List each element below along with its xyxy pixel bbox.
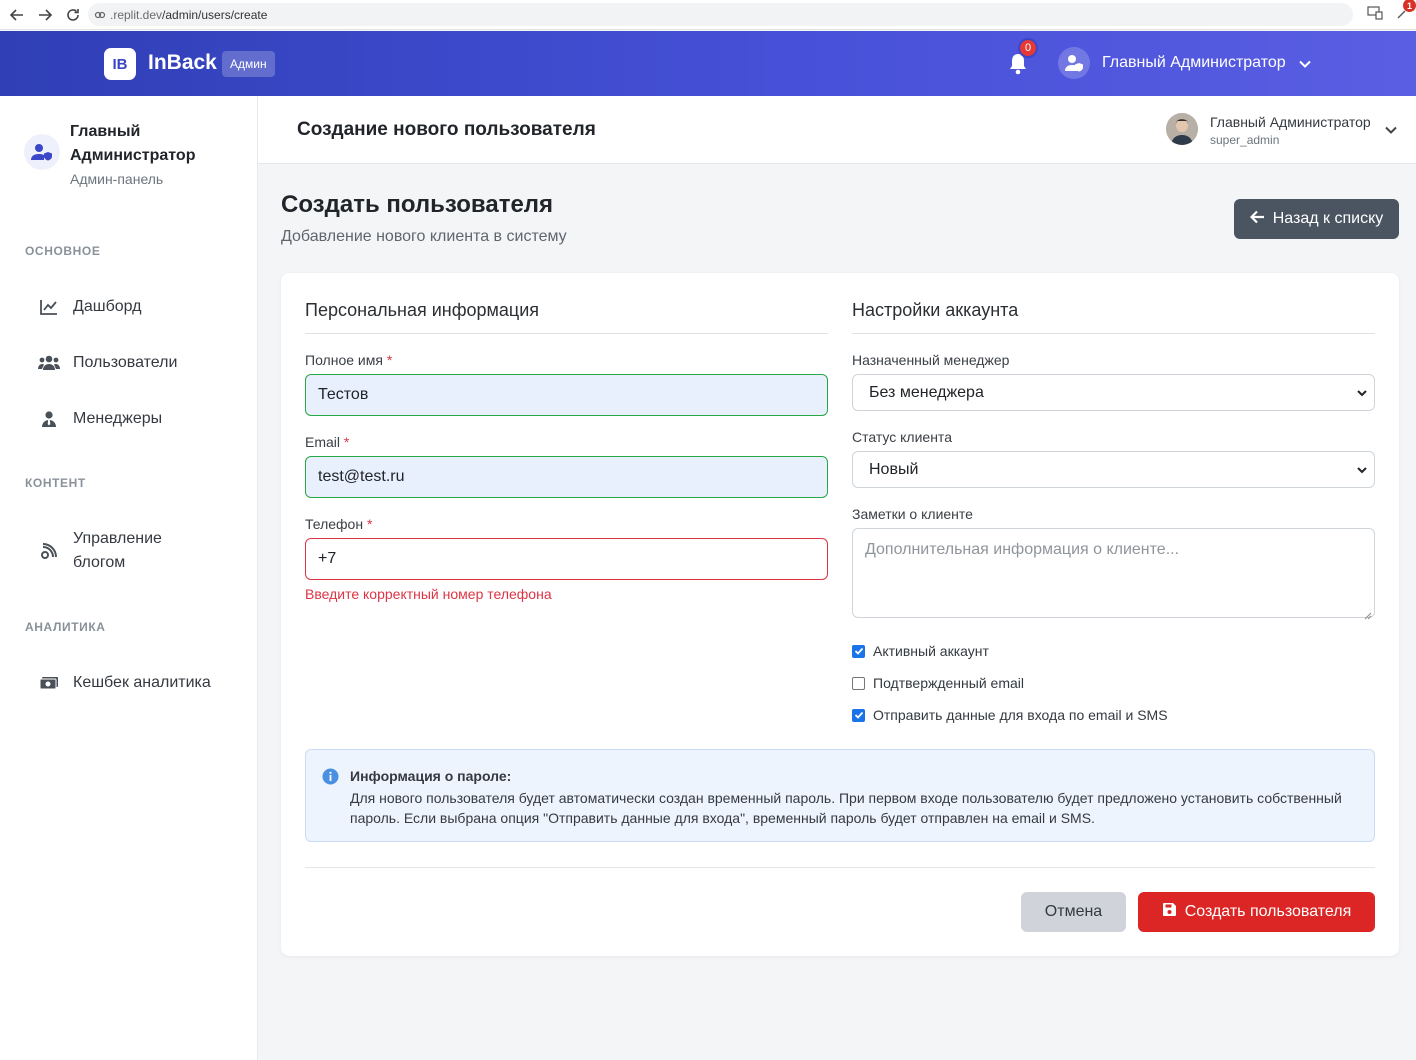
manager-label: Назначенный менеджер <box>852 352 1010 368</box>
user-shield-icon[interactable] <box>1058 47 1090 79</box>
blog-icon <box>38 539 60 563</box>
cast-icon[interactable] <box>1366 4 1384 22</box>
reload-icon[interactable] <box>62 4 84 26</box>
account-settings-title: Настройки аккаунта <box>852 300 1019 320</box>
sidebar-user-role: Админ-панель <box>70 171 164 187</box>
sidebar-item-blog[interactable]: Управление блогом <box>38 527 238 575</box>
notes-label: Заметки о клиенте <box>852 506 973 522</box>
phone-error-message: Введите корректный номер телефона <box>305 586 552 602</box>
back-arrow-icon[interactable] <box>6 4 28 26</box>
back-to-list-button[interactable]: Назад к списку <box>1234 199 1399 239</box>
header-user-login: super_admin <box>1210 133 1280 147</box>
brand-name[interactable]: InBack <box>148 51 217 75</box>
sidebar-section-content: КОНТЕНТ <box>25 476 86 490</box>
info-circle-icon <box>322 768 339 785</box>
checkbox-label: Подтвержденный email <box>873 675 1024 691</box>
sidebar-section-analytics: АНАЛИТИКА <box>25 620 106 634</box>
cancel-button[interactable]: Отмена <box>1021 892 1126 932</box>
personal-info-title: Персональная информация <box>305 300 540 320</box>
email-field[interactable]: test@test.ru <box>305 456 828 498</box>
create-button-label: Создать пользователя <box>1184 903 1352 920</box>
full-name-label: Полное имя * <box>305 352 393 368</box>
manager-select[interactable]: Без менеджера <box>852 374 1375 411</box>
sidebar-item-cashback[interactable]: Кешбек аналитика <box>38 671 238 695</box>
site-info-icon[interactable] <box>94 9 106 21</box>
checkbox-label: Отправить данные для входа по email и SM… <box>873 707 1168 723</box>
active-account-checkbox[interactable] <box>852 644 865 658</box>
admin-avatar-icon <box>24 134 60 170</box>
full-name-field[interactable]: Тестов <box>305 374 828 416</box>
sidebar: Главный Администратор Админ-панель ОСНОВ… <box>0 96 258 1060</box>
header-user-name[interactable]: Главный Администратор <box>1102 54 1286 72</box>
password-info-alert: Информация о пароле: Для нового пользова… <box>305 749 1375 842</box>
content-title: Создать пользователя <box>281 191 554 218</box>
logo[interactable]: IB <box>104 48 136 80</box>
manager-select-value: Без менеджера <box>869 383 984 401</box>
back-button-label: Назад к списку <box>1272 210 1384 227</box>
chart-line-icon <box>38 295 60 319</box>
user-tie-icon <box>38 407 60 431</box>
page-title: Создание нового пользователя <box>297 119 596 140</box>
sidebar-section-main: ОСНОВНОЕ <box>25 244 101 258</box>
active-account-checkbox-row[interactable]: Активный аккаунт <box>852 643 989 659</box>
notes-textarea[interactable]: Дополнительная информация о клиенте... <box>852 528 1375 620</box>
send-credentials-checkbox-row[interactable]: Отправить данные для входа по email и SM… <box>852 707 1168 723</box>
extension-badge: 1 <box>1403 0 1416 12</box>
create-user-button[interactable]: Создать пользователя <box>1138 892 1375 932</box>
users-icon <box>38 351 60 375</box>
chevron-down-icon <box>1356 463 1368 475</box>
sidebar-item-managers[interactable]: Менеджеры <box>38 407 238 431</box>
divider <box>305 867 1375 868</box>
page-header: Создание нового пользователя Главный Адм… <box>258 96 1416 164</box>
chevron-down-icon[interactable] <box>1384 123 1398 137</box>
phone-field[interactable]: +7 <box>305 538 828 580</box>
arrow-left-icon <box>1249 210 1265 229</box>
app-header: IB InBack Админ 0 Главный Администратор <box>0 31 1416 96</box>
avatar[interactable] <box>1166 113 1198 145</box>
notes-placeholder: Дополнительная информация о клиенте... <box>865 541 1180 558</box>
sidebar-item-label: Кешбек аналитика <box>73 674 211 691</box>
status-select-value: Новый <box>869 460 919 478</box>
verified-email-checkbox[interactable] <box>852 676 865 690</box>
address-bar[interactable]: .replit.dev/admin/users/create <box>88 3 1353 26</box>
browser-toolbar: .replit.dev/admin/users/create 1 <box>0 0 1416 30</box>
verified-email-checkbox-row[interactable]: Подтвержденный email <box>852 675 1024 691</box>
save-icon <box>1162 902 1177 922</box>
send-credentials-checkbox[interactable] <box>852 708 865 722</box>
brand-badge: Админ <box>222 51 275 77</box>
status-select[interactable]: Новый <box>852 451 1375 488</box>
checkbox-label: Активный аккаунт <box>873 643 989 659</box>
divider <box>305 333 828 334</box>
notification-count-badge: 0 <box>1018 38 1038 58</box>
sidebar-item-label: Управление блогом <box>73 530 162 571</box>
chevron-down-icon[interactable] <box>1298 57 1312 71</box>
phone-label: Телефон * <box>305 516 373 532</box>
info-text: Для нового пользователя будет автоматиче… <box>350 790 1342 826</box>
info-title: Информация о пароле: <box>350 768 512 784</box>
forward-arrow-icon[interactable] <box>34 4 56 26</box>
sidebar-item-label: Менеджеры <box>73 410 163 427</box>
sidebar-item-label: Дашборд <box>73 298 142 315</box>
email-label: Email * <box>305 434 350 450</box>
url-path: /admin/users/create <box>162 7 268 22</box>
sidebar-item-users[interactable]: Пользователи <box>38 351 238 375</box>
divider <box>852 333 1375 334</box>
sidebar-item-dashboard[interactable]: Дашборд <box>38 295 238 319</box>
sidebar-user-name: Главный Администратор <box>70 123 196 164</box>
money-bill-icon <box>38 671 60 695</box>
extension-icon[interactable]: 1 <box>1394 0 1416 22</box>
url-domain: .replit.dev <box>110 7 163 22</box>
sidebar-item-label: Пользователи <box>73 354 178 371</box>
status-label: Статус клиента <box>852 429 952 445</box>
content-subtitle: Добавление нового клиента в систему <box>281 228 567 245</box>
resize-grip-icon[interactable] <box>1364 607 1372 620</box>
chevron-down-icon <box>1356 386 1368 398</box>
header-user-name-secondary[interactable]: Главный Администратор <box>1210 114 1371 130</box>
